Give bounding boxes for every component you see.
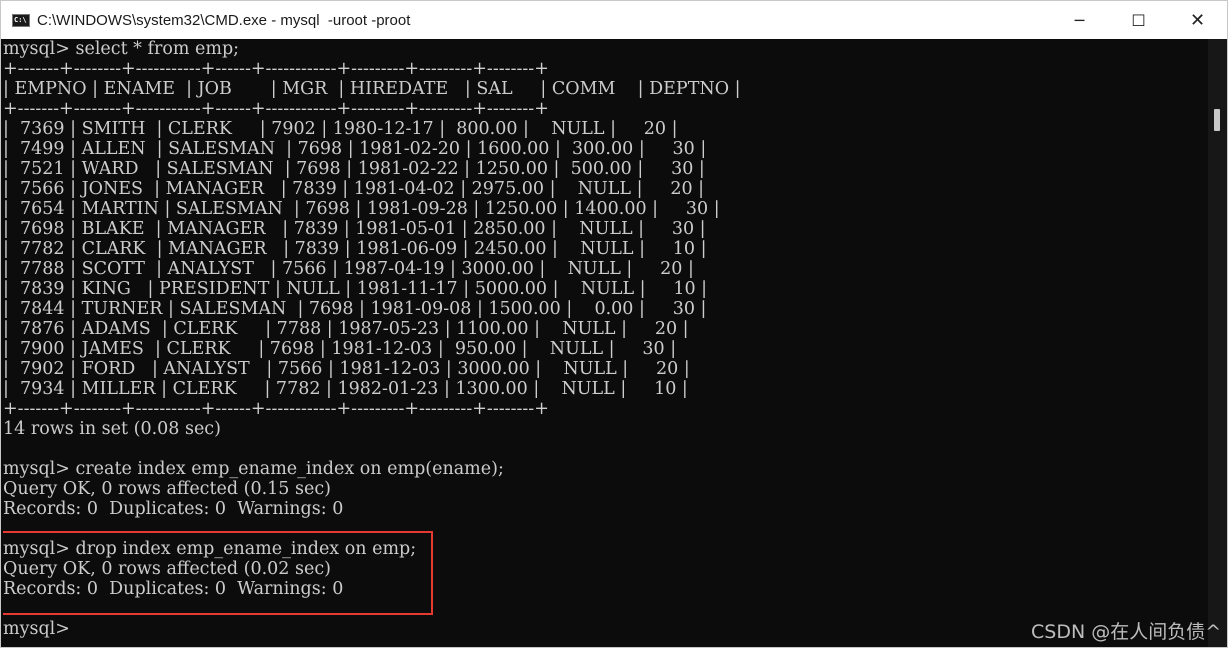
- window-title: C:\WINDOWS\system32\CMD.exe - mysql -uro…: [37, 11, 411, 29]
- table-row: | 7782 | CLARK | MANAGER | 7839 | 1981-0…: [3, 239, 707, 259]
- table-row: | 7876 | ADAMS | CLERK | 7788 | 1987-05-…: [3, 319, 689, 339]
- cmd-window: C:\ C:\WINDOWS\system32\CMD.exe - mysql …: [0, 0, 1228, 648]
- title-bar[interactable]: C:\ C:\WINDOWS\system32\CMD.exe - mysql …: [1, 1, 1227, 39]
- table-row: | 7566 | JONES | MANAGER | 7839 | 1981-0…: [3, 179, 705, 199]
- table-row: | 7839 | KING | PRESIDENT | NULL | 1981-…: [3, 279, 708, 299]
- table-row: | 7788 | SCOTT | ANALYST | 7566 | 1987-0…: [3, 259, 694, 279]
- cmd-app-icon: C:\: [12, 13, 30, 27]
- table-row: | 7934 | MILLER | CLERK | 7782 | 1982-01…: [3, 379, 688, 399]
- mysql-prompt[interactable]: mysql>: [3, 619, 1208, 639]
- scrollbar-thumb[interactable]: [1214, 109, 1220, 131]
- table-border: +-------+--------+-----------+------+---…: [3, 99, 549, 119]
- table-border: +-------+--------+-----------+------+---…: [3, 399, 549, 419]
- result-summary: 14 rows in set (0.08 sec): [3, 419, 221, 439]
- table-row: | 7369 | SMITH | CLERK | 7902 | 1980-12-…: [3, 119, 678, 139]
- table-row: | 7698 | BLAKE | MANAGER | 7839 | 1981-0…: [3, 219, 706, 239]
- console-line: Records: 0 Duplicates: 0 Warnings: 0: [3, 579, 344, 599]
- table-border: +-------+--------+-----------+------+---…: [3, 59, 549, 79]
- console-line: mysql> create index emp_ename_index on e…: [3, 459, 504, 479]
- window-controls: ─ ☐ ✕: [1050, 1, 1227, 39]
- watermark: CSDN @在人间负债^: [1031, 621, 1222, 643]
- console-output[interactable]: mysql> select * from emp; +-------+-----…: [3, 39, 1208, 647]
- table-header-row: | EMPNO | ENAME | JOB | MGR | HIREDATE |…: [3, 79, 741, 99]
- console-line: Query OK, 0 rows affected (0.02 sec): [3, 559, 331, 579]
- console-line: mysql> select * from emp;: [3, 39, 240, 59]
- table-row: | 7654 | MARTIN | SALESMAN | 7698 | 1981…: [3, 199, 720, 219]
- close-button[interactable]: ✕: [1168, 1, 1227, 39]
- maximize-button[interactable]: ☐: [1109, 1, 1168, 39]
- console-line: Records: 0 Duplicates: 0 Warnings: 0: [3, 499, 344, 519]
- minimize-button[interactable]: ─: [1050, 1, 1109, 39]
- console-line: mysql> drop index emp_ename_index on emp…: [3, 539, 417, 559]
- scrollbar[interactable]: [1208, 39, 1227, 647]
- table-row: | 7844 | TURNER | SALESMAN | 7698 | 1981…: [3, 299, 707, 319]
- table-row: | 7521 | WARD | SALESMAN | 7698 | 1981-0…: [3, 159, 705, 179]
- console-line: Query OK, 0 rows affected (0.15 sec): [3, 479, 331, 499]
- table-row: | 7902 | FORD | ANALYST | 7566 | 1981-12…: [3, 359, 690, 379]
- table-row: | 7900 | JAMES | CLERK | 7698 | 1981-12-…: [3, 339, 677, 359]
- table-row: | 7499 | ALLEN | SALESMAN | 7698 | 1981-…: [3, 139, 707, 159]
